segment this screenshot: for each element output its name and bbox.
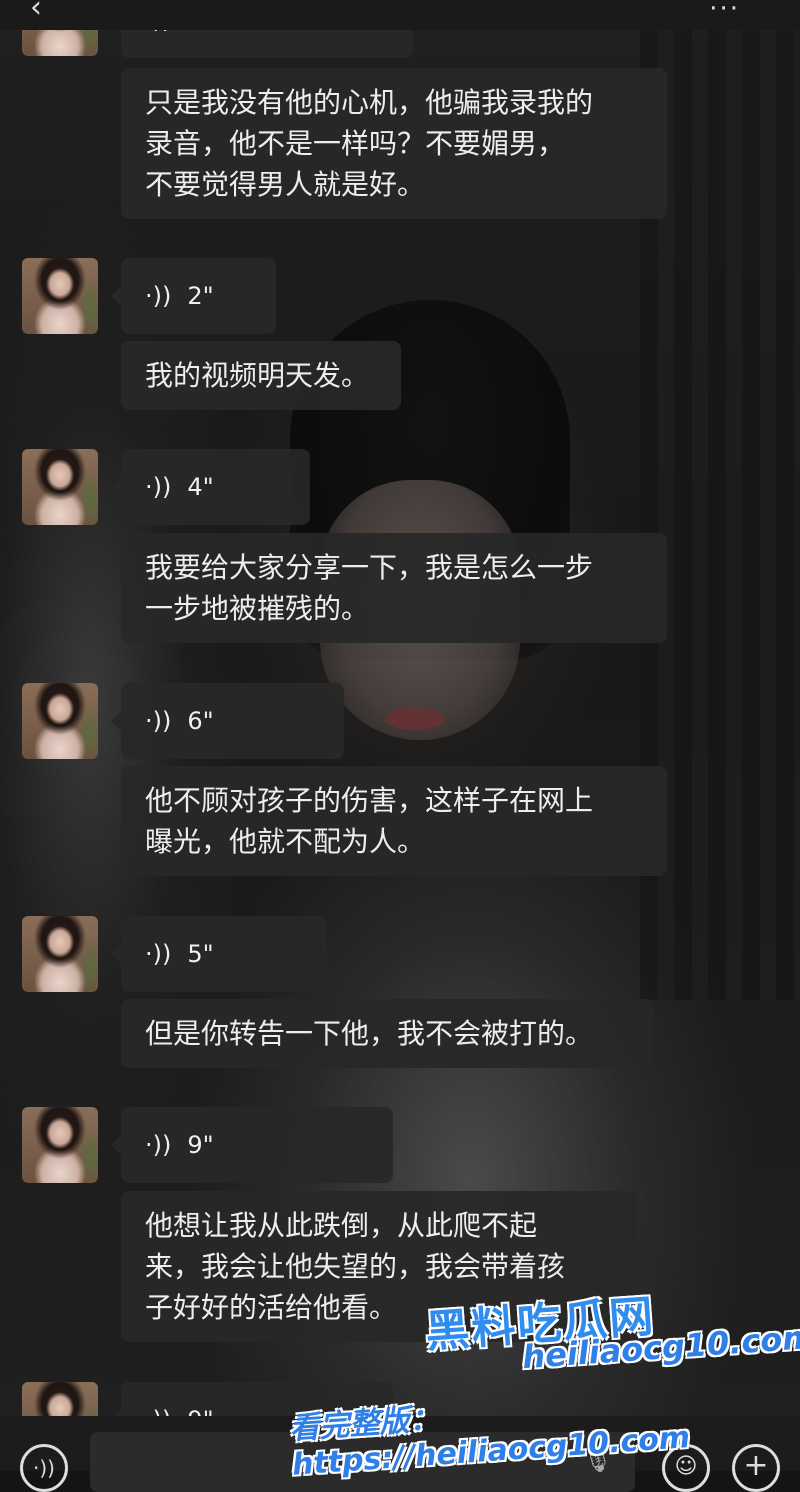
more-dots-icon[interactable]: ··· xyxy=(709,0,740,24)
voice-message[interactable]: ·)) 2" xyxy=(111,258,276,334)
voice-wave-icon: ·)) xyxy=(145,472,172,501)
avatar[interactable] xyxy=(22,1107,98,1183)
text-message[interactable]: 我的视频明天发。 xyxy=(121,341,401,410)
chevron-left-icon[interactable]: ‹ xyxy=(30,0,42,25)
voice-duration: 5" xyxy=(187,939,214,968)
avatar[interactable] xyxy=(22,449,98,525)
avatar[interactable] xyxy=(22,916,98,992)
voice-duration: 9" xyxy=(187,1130,214,1159)
top-navigation-bar: ‹ ··· xyxy=(0,0,800,30)
text-message[interactable]: 但是你转告一下他，我不会被打的。 xyxy=(121,999,653,1068)
voice-message[interactable]: ·)) 9" xyxy=(111,1107,393,1183)
voice-duration: 2" xyxy=(187,281,214,310)
text-message[interactable]: 只是我没有他的心机，他骗我录我的 录音，他不是一样吗？不要媚男， 不要觉得男人就… xyxy=(121,68,667,219)
avatar[interactable] xyxy=(22,258,98,334)
text-message[interactable]: 他不顾对孩子的伤害，这样子在网上 曝光，他就不配为人。 xyxy=(121,766,667,876)
message-list[interactable]: ·)) 只是我没有他的心机，他骗我录我的 录音，他不是一样吗？不要媚男， 不要觉… xyxy=(0,0,800,1471)
voice-message[interactable]: ·)) 6" xyxy=(111,683,344,759)
voice-wave-icon: ·)) xyxy=(145,706,172,735)
voice-message[interactable]: ·)) 5" xyxy=(111,916,327,992)
voice-duration: 6" xyxy=(187,706,214,735)
voice-wave-icon: ·)) xyxy=(145,939,172,968)
voice-toggle-icon[interactable]: ·)) xyxy=(20,1444,68,1492)
voice-message[interactable]: ·)) 4" xyxy=(111,449,310,525)
voice-wave-icon: ·)) xyxy=(145,281,172,310)
avatar[interactable] xyxy=(22,683,98,759)
text-message[interactable]: 我要给大家分享一下，我是怎么一步 一步地被摧残的。 xyxy=(121,533,667,643)
voice-duration: 4" xyxy=(187,472,214,501)
voice-wave-icon: ·)) xyxy=(145,1130,172,1159)
